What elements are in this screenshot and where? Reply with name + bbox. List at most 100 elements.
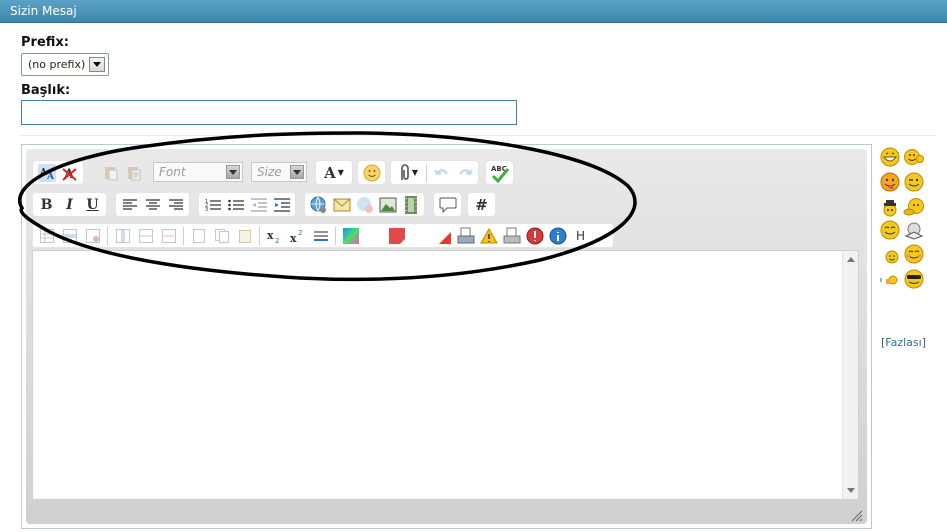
switch-mode-button[interactable]: AA [36, 163, 57, 183]
align-left-button[interactable] [119, 195, 140, 215]
thinking-smiley-icon[interactable] [903, 196, 925, 218]
cool-smiley-icon[interactable] [903, 268, 925, 290]
blank-button[interactable] [363, 226, 384, 246]
color-picker-button[interactable] [340, 226, 361, 246]
underline-button[interactable]: U [82, 195, 103, 215]
smile-smiley-icon[interactable] [879, 219, 901, 241]
toolbar-group-align [115, 192, 190, 217]
tongue-smiley-icon[interactable] [879, 171, 901, 193]
paste-plain-button[interactable] [234, 226, 255, 246]
table-button[interactable] [36, 226, 57, 246]
outdent-button[interactable] [248, 195, 269, 215]
unlink-button[interactable] [354, 195, 375, 215]
table-merge-button[interactable] [135, 226, 156, 246]
indent-button[interactable] [271, 195, 292, 215]
chevron-down-icon[interactable] [226, 165, 240, 179]
table-split-icon [161, 228, 176, 243]
align-left-icon [122, 198, 137, 210]
grin-smiley-icon[interactable] [879, 146, 901, 168]
font-select[interactable]: Font [153, 162, 243, 182]
paste-button[interactable] [100, 163, 121, 183]
copy-button[interactable] [211, 226, 232, 246]
title-input[interactable] [21, 100, 517, 125]
size-select-placeholder: Size [257, 165, 282, 179]
toolbar-group-smilie [357, 160, 386, 185]
toolbar-group-quote [433, 192, 462, 217]
error-button[interactable] [524, 226, 545, 246]
warning-button[interactable] [478, 226, 499, 246]
chevron-down-icon[interactable] [89, 57, 105, 72]
undo-button[interactable] [431, 163, 452, 183]
printer-icon [503, 227, 520, 243]
insert-link-button[interactable] [308, 195, 329, 215]
hat-smiley-icon[interactable] [881, 197, 903, 219]
spellcheck-button[interactable]: ABC [489, 163, 510, 183]
size-select[interactable]: Size [251, 162, 307, 182]
chevron-down-icon[interactable] [290, 165, 304, 179]
insert-video-button[interactable] [400, 195, 421, 215]
panel-title: Sizin Mesaj [10, 4, 77, 18]
attach-button[interactable]: ▼ [394, 163, 422, 183]
corner-mark-button[interactable] [432, 226, 453, 246]
align-center-icon [145, 198, 160, 210]
table-col-button[interactable] [112, 226, 133, 246]
align-right-button[interactable] [165, 195, 186, 215]
font-select-placeholder: Font [159, 165, 186, 179]
font-color-button[interactable]: A ▼ [319, 163, 349, 183]
print-button[interactable] [501, 226, 522, 246]
info-icon [549, 227, 566, 244]
editor-toolbar-area: AA A Font Size A ▼ [26, 149, 867, 524]
sticky-note-button[interactable] [386, 226, 407, 246]
scroll-up-icon[interactable] [847, 257, 855, 262]
table-row-icon [62, 228, 77, 243]
toolbar-group-attach-undo: ▼ [390, 160, 479, 185]
ordered-list-icon: 123 [205, 199, 221, 212]
align-center-button[interactable] [142, 195, 163, 215]
reading-smiley-icon[interactable] [903, 220, 925, 242]
more-smilies-label[interactable]: Fazlası [885, 336, 921, 349]
prefix-select[interactable]: (no prefix) [21, 53, 109, 76]
insert-quote-button[interactable] [437, 195, 458, 215]
wysiwyg-mode-icon: AA [37, 163, 56, 182]
paste-text-button[interactable] [123, 163, 144, 183]
italic-button[interactable]: I [59, 195, 80, 215]
applause-smiley-icon[interactable] [903, 146, 925, 168]
ordered-list-button[interactable]: 123 [202, 195, 223, 215]
table-row-button[interactable] [59, 226, 80, 246]
resize-grip-icon[interactable] [849, 508, 863, 522]
printer-icon [457, 227, 474, 243]
more-smilies-link[interactable]: [Fazlası] [881, 336, 926, 349]
toolbar-group-advanced: x2 x2 H [32, 223, 614, 248]
prefix-label: Prefix: [21, 35, 69, 50]
blank-button-2[interactable] [409, 226, 430, 246]
small-smile-smiley-icon[interactable] [881, 245, 903, 267]
table-delete-button[interactable] [82, 226, 103, 246]
remove-format-button[interactable]: A [59, 163, 80, 183]
scroll-down-icon[interactable] [847, 488, 855, 493]
hashtag-button[interactable]: # [471, 195, 492, 215]
envelope-icon [333, 198, 350, 211]
subscript-button[interactable]: x2 [264, 226, 285, 246]
bold-button[interactable]: B [36, 195, 57, 215]
heading-button[interactable]: H [570, 226, 591, 246]
insert-email-button[interactable] [331, 195, 352, 215]
thumbs-smiley-icon[interactable] [879, 268, 901, 290]
superscript-button[interactable]: x2 [287, 226, 308, 246]
table-split-button[interactable] [158, 226, 179, 246]
unordered-list-button[interactable] [225, 195, 246, 215]
cut-button[interactable] [188, 226, 209, 246]
editor-content-area[interactable] [32, 250, 859, 500]
separator [107, 226, 108, 245]
print-preview-button[interactable] [455, 226, 476, 246]
info-button[interactable] [547, 226, 568, 246]
prefix-select-value: (no prefix) [28, 58, 86, 71]
redo-button[interactable] [454, 163, 475, 183]
heading-label: H [575, 228, 586, 243]
insert-image-button[interactable] [377, 195, 398, 215]
svg-text:x: x [267, 229, 274, 242]
editor-scrollbar[interactable] [842, 251, 858, 499]
wink-smiley-icon[interactable] [903, 171, 925, 193]
blush-smiley-icon[interactable] [903, 243, 925, 265]
horizontal-rule-button[interactable] [310, 226, 331, 246]
insert-smilie-button[interactable] [361, 163, 382, 183]
